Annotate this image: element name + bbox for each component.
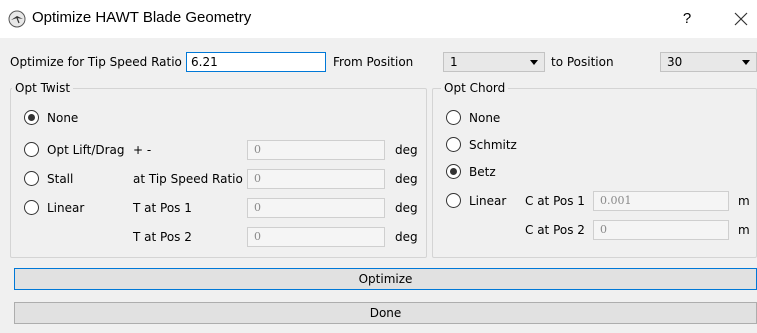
to-position-label: to Position (551, 55, 614, 69)
tsr-label: Optimize for Tip Speed Ratio (10, 55, 182, 69)
twist-pos1-unit: deg (395, 201, 418, 215)
done-button[interactable]: Done (14, 302, 757, 324)
chevron-down-icon (742, 60, 750, 65)
opt-twist-title: Opt Twist (12, 81, 74, 95)
optimize-button[interactable]: Optimize (14, 268, 757, 290)
twist-tsr-input[interactable]: 0 (247, 169, 385, 189)
help-button[interactable]: ? (672, 6, 702, 32)
twist-pos2-input[interactable]: 0 (247, 227, 385, 247)
to-position-value: 30 (667, 55, 683, 69)
chord-pos1-label: C at Pos 1 (525, 194, 585, 208)
twist-none-label: None (47, 111, 79, 125)
twist-stall-radio[interactable] (24, 171, 39, 186)
chord-schmitz-label: Schmitz (469, 138, 517, 152)
twist-linear-radio[interactable] (24, 200, 39, 215)
chord-pos1-input[interactable]: 0.001 (593, 191, 729, 211)
window-title: Optimize HAWT Blade Geometry (32, 9, 252, 26)
twist-stall-label: Stall (47, 172, 74, 186)
twist-lift-drag-radio[interactable] (24, 142, 39, 157)
twist-pos1-label: T at Pos 1 (133, 201, 192, 215)
twist-tsr-label: at Tip Speed Ratio (133, 172, 243, 186)
chord-pos2-unit: m (738, 223, 750, 237)
chord-none-label: None (469, 111, 501, 125)
chord-pos2-label: C at Pos 2 (525, 223, 585, 237)
from-position-value: 1 (450, 55, 458, 69)
chord-linear-label: Linear (469, 194, 507, 208)
title-bar: Optimize HAWT Blade Geometry ? (0, 0, 757, 38)
twist-tsr-unit: deg (395, 172, 418, 186)
chord-none-radio[interactable] (446, 110, 461, 125)
twist-lift-drag-label: Opt Lift/Drag (47, 143, 125, 157)
twist-pos2-label: T at Pos 2 (133, 230, 192, 244)
chord-pos1-unit: m (738, 194, 750, 208)
from-position-select[interactable]: 1 (443, 52, 545, 72)
tsr-input[interactable]: 6.21 (186, 52, 326, 72)
twist-plusminus-unit: deg (395, 143, 418, 157)
chord-schmitz-radio[interactable] (446, 137, 461, 152)
to-position-select[interactable]: 30 (660, 52, 757, 72)
chord-pos2-input[interactable]: 0 (593, 220, 729, 240)
chevron-down-icon (530, 60, 538, 65)
close-icon[interactable] (726, 6, 756, 32)
bird-icon (8, 10, 26, 28)
twist-pos1-input[interactable]: 0 (247, 198, 385, 218)
twist-linear-label: Linear (47, 201, 85, 215)
twist-pos2-unit: deg (395, 230, 418, 244)
twist-plusminus-label: + - (133, 143, 152, 157)
twist-plusminus-input[interactable]: 0 (247, 140, 385, 160)
chord-betz-radio[interactable] (446, 164, 461, 179)
twist-none-radio[interactable] (24, 110, 39, 125)
opt-chord-title: Opt Chord (441, 81, 509, 95)
chord-linear-radio[interactable] (446, 193, 461, 208)
from-position-label: From Position (333, 55, 414, 69)
chord-betz-label: Betz (469, 165, 496, 179)
